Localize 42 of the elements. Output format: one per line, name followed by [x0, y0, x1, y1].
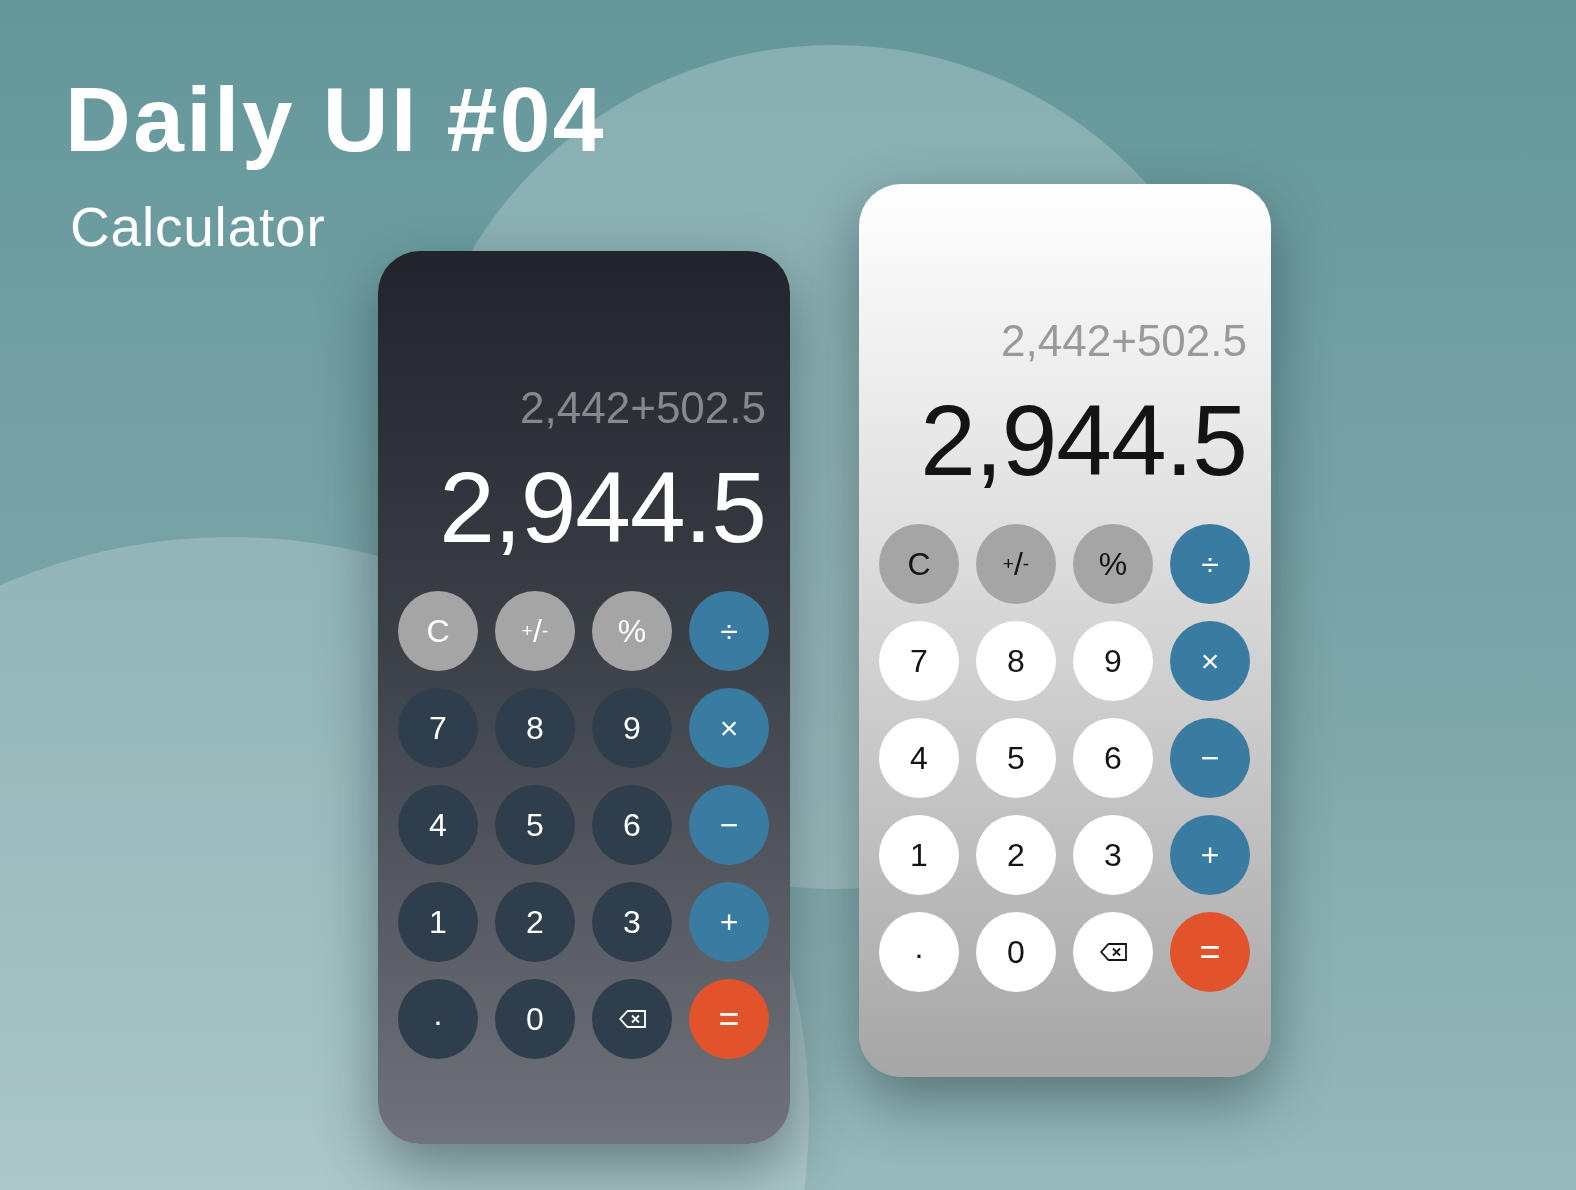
digit-button[interactable]: 1: [398, 882, 478, 962]
digit-button[interactable]: 8: [976, 621, 1056, 701]
operator-button[interactable]: +: [689, 882, 769, 962]
page-title: Daily UI #04: [65, 68, 606, 172]
digit-button[interactable]: 8: [495, 688, 575, 768]
digit-button[interactable]: 2: [495, 882, 575, 962]
digit-button[interactable]: 0: [495, 979, 575, 1059]
backspace-icon: [1099, 943, 1127, 961]
digit-button[interactable]: 7: [398, 688, 478, 768]
digit-button[interactable]: 9: [1073, 621, 1153, 701]
digit-button[interactable]: 7: [879, 621, 959, 701]
digit-button[interactable]: 5: [976, 718, 1056, 798]
expression-text: 2,442+502.5: [520, 386, 766, 430]
backspace-icon: [618, 1010, 646, 1028]
digit-button[interactable]: 5: [495, 785, 575, 865]
operator-button[interactable]: ×: [1170, 621, 1250, 701]
operator-button[interactable]: ÷: [1170, 524, 1250, 604]
digit-button[interactable]: 6: [1073, 718, 1153, 798]
digit-button[interactable]: 1: [879, 815, 959, 895]
operator-button[interactable]: ×: [689, 688, 769, 768]
digit-button[interactable]: 3: [1073, 815, 1153, 895]
digit-button[interactable]: 4: [398, 785, 478, 865]
operator-button[interactable]: −: [1170, 718, 1250, 798]
equals-button[interactable]: =: [1170, 912, 1250, 992]
operator-button[interactable]: −: [689, 785, 769, 865]
digit-button[interactable]: 4: [879, 718, 959, 798]
decimal-point-button[interactable]: .: [879, 912, 959, 992]
operator-button[interactable]: ÷: [689, 591, 769, 671]
function-button[interactable]: C: [879, 524, 959, 604]
page-subtitle: Calculator: [70, 200, 326, 256]
expression-text: 2,442+502.5: [1001, 319, 1247, 363]
result-display: 2,944.5: [439, 457, 766, 557]
equals-button[interactable]: =: [689, 979, 769, 1059]
digit-button[interactable]: 9: [592, 688, 672, 768]
decimal-point-button[interactable]: .: [398, 979, 478, 1059]
digit-button[interactable]: 6: [592, 785, 672, 865]
digit-button[interactable]: 3: [592, 882, 672, 962]
digit-button[interactable]: 2: [976, 815, 1056, 895]
result-display: 2,944.5: [920, 390, 1247, 490]
function-button[interactable]: %: [1073, 524, 1153, 604]
digit-button[interactable]: 0: [976, 912, 1056, 992]
operator-button[interactable]: +: [1170, 815, 1250, 895]
